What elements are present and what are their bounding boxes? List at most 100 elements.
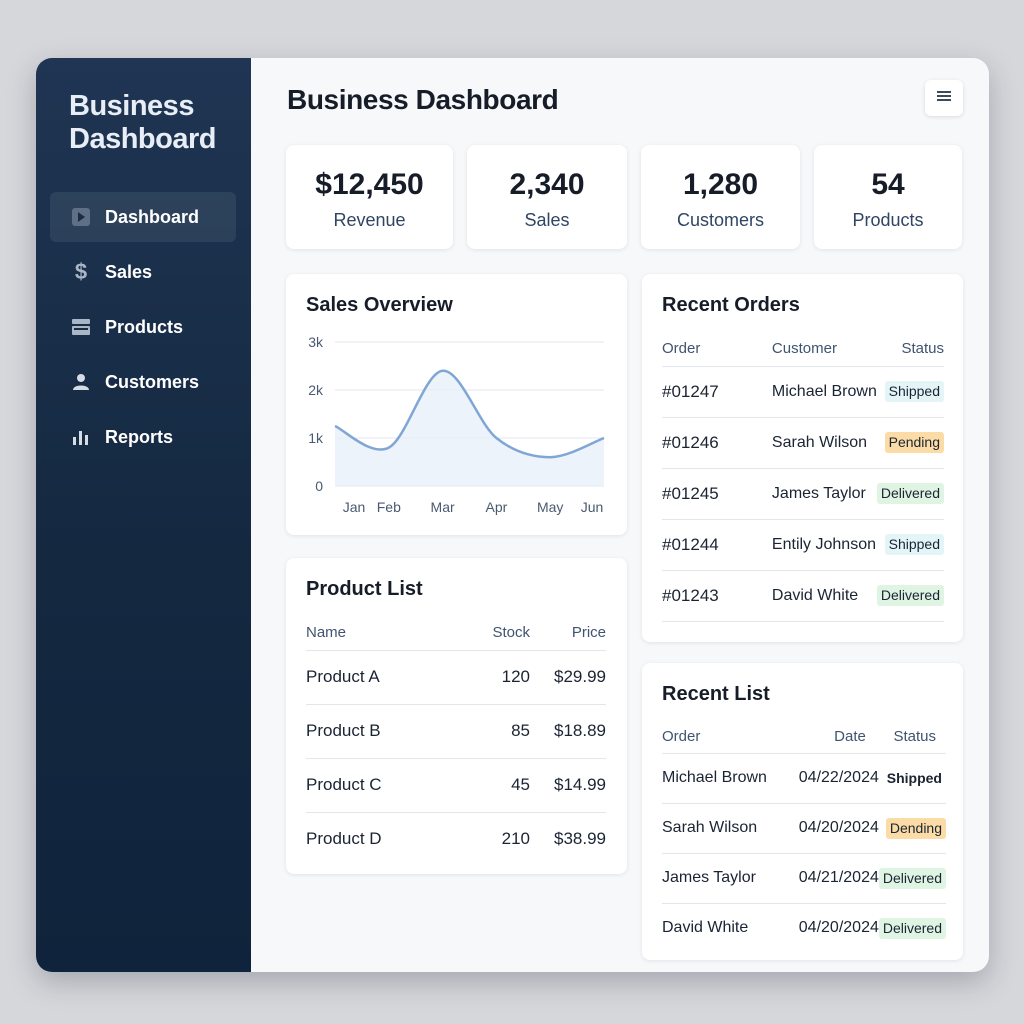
stat-label: Revenue <box>333 210 406 230</box>
table-row[interactable]: Product D 210 $38.99 <box>306 812 606 866</box>
menu-button[interactable] <box>925 80 963 116</box>
x-tick-label: Mar <box>431 499 455 515</box>
recent-orders-card: Recent Orders Order Customer Status #012… <box>642 274 963 642</box>
sidebar-item-customers[interactable]: Customers <box>50 357 236 407</box>
x-tick-label: May <box>537 499 563 515</box>
product-name: Product A <box>306 650 460 705</box>
column-header: Status <box>878 721 946 754</box>
y-tick-label: 2k <box>308 382 324 398</box>
order-customer: James Taylor <box>771 468 877 520</box>
sidebar-item-label: Dashboard <box>105 206 200 227</box>
table-row[interactable]: James Taylor 04/21/2024 Delivered <box>662 853 946 904</box>
stat-value: 2,340 <box>509 168 585 201</box>
app-window: Business Dashboard Dashboard $ Sales Pro… <box>36 58 989 972</box>
sidebar-nav: Dashboard $ Sales Products Customers Rep… <box>50 192 236 467</box>
sidebar-item-label: Products <box>105 316 184 337</box>
brand-line-1: Business <box>69 90 194 122</box>
order-id: #01246 <box>662 417 772 469</box>
table-row[interactable]: #01244 Entily Johnson Shipped <box>662 519 944 571</box>
recent-date: 04/22/2024 <box>783 753 879 804</box>
status-badge: Shipped <box>884 381 944 402</box>
product-price: $14.99 <box>530 758 606 813</box>
status-badge: Pending <box>884 432 944 453</box>
user-icon <box>71 372 91 392</box>
stat-card-products: 54 Products <box>814 145 962 249</box>
dollar-icon: $ <box>74 259 88 284</box>
table-row[interactable]: David White 04/20/2024 Delivered <box>662 903 946 953</box>
status-badge: Dending <box>885 817 946 839</box>
order-id: #01243 <box>662 570 772 622</box>
x-tick-label: Feb <box>377 499 401 515</box>
table-row[interactable]: Product A 120 $29.99 <box>306 650 606 705</box>
sidebar-item-label: Sales <box>105 261 153 282</box>
product-price: $38.99 <box>554 829 606 849</box>
product-name: Product D <box>306 829 382 849</box>
play-square-icon <box>71 207 91 227</box>
main-content: Business Dashboard $12,450 Revenue 2,340… <box>251 58 989 972</box>
page-title: Business Dashboard <box>287 84 559 115</box>
stat-label: Products <box>852 210 924 230</box>
order-customer: Sarah Wilson <box>771 417 877 469</box>
table-row[interactable]: Product B 85 $18.89 <box>306 704 606 759</box>
product-stock: 85 <box>460 704 530 759</box>
x-tick-label: Apr <box>486 499 508 515</box>
stat-card-customers: 1,280 Customers <box>641 145 800 249</box>
table-row[interactable]: #01245 James Taylor Delivered <box>662 468 944 520</box>
product-name: Product B <box>306 704 460 759</box>
status-badge: Shipped <box>884 534 944 555</box>
table-header-row: Name Stock Price <box>306 616 606 651</box>
brand-line-2: Dashboard <box>69 123 216 155</box>
sidebar: Business Dashboard Dashboard $ Sales Pro… <box>36 58 251 972</box>
recent-date: 04/20/2024 <box>798 919 879 937</box>
stat-label: Customers <box>676 210 765 230</box>
sidebar-item-dashboard[interactable]: Dashboard <box>50 192 236 242</box>
status-badge: Shipped <box>886 769 942 786</box>
table-header-row: Order Customer Status <box>662 332 944 367</box>
stat-value: $12,450 <box>315 168 424 201</box>
table-header-row: Order Date Status <box>662 721 946 754</box>
stat-value: 54 <box>871 168 905 201</box>
order-customer: Entily Johnson <box>771 519 877 571</box>
status-badge: Delivered <box>878 917 946 939</box>
stat-label: Sales <box>524 210 570 230</box>
column-header: Status <box>876 332 944 367</box>
product-name: Product C <box>306 758 460 813</box>
product-stock: 120 <box>460 650 530 705</box>
recent-table: Order Date Status Michael Brown 04/22/20… <box>662 721 946 953</box>
y-tick-label: 0 <box>315 478 323 494</box>
recent-list-card: Recent List Order Date Status Michael Br… <box>642 663 963 960</box>
card-title: Recent Orders <box>662 294 800 316</box>
status-badge: Delivered <box>876 483 944 504</box>
recent-date: 04/20/2024 <box>783 803 879 854</box>
table-row[interactable]: #01246 Sarah Wilson Pending <box>662 417 944 469</box>
status-badge: Delivered <box>876 585 944 606</box>
column-header: Order <box>662 721 784 754</box>
recent-date: 04/21/2024 <box>783 853 879 904</box>
column-header: Date <box>783 721 879 754</box>
table-row[interactable]: #01243 David White Delivered <box>662 570 944 622</box>
table-row[interactable]: Sarah Wilson 04/20/2024 Dending <box>662 803 946 854</box>
status-badge: Delivered <box>878 867 946 889</box>
table-row[interactable]: #01247 Michael Brown Shipped <box>662 366 944 418</box>
order-id: #01244 <box>662 519 772 571</box>
table-row[interactable]: Michael Brown 04/22/2024 Shipped <box>662 753 946 804</box>
sales-overview-card: Sales Overview 0 1k 2k 3k Jan Feb Mar Apr May Jun <box>286 274 627 535</box>
column-header: Order <box>662 332 772 367</box>
table-row[interactable]: Product C 45 $14.99 <box>306 758 606 813</box>
sidebar-item-sales[interactable]: $ Sales <box>50 247 236 297</box>
product-stock: 210 <box>501 829 530 849</box>
stat-card-revenue: $12,450 Revenue <box>286 145 453 249</box>
order-customer: David White <box>771 570 877 622</box>
product-table: Name Stock Price Product A 120 $29.99 Pr… <box>306 616 606 866</box>
product-list-card: Product List Name Stock Price Product A … <box>286 558 627 874</box>
stat-value: 1,280 <box>682 168 759 201</box>
sidebar-item-products[interactable]: Products <box>50 302 236 352</box>
recent-customer: Sarah Wilson <box>662 803 784 854</box>
order-id: #01247 <box>662 366 772 418</box>
y-tick-label: 1k <box>308 430 324 446</box>
orders-table: Order Customer Status #01247 Michael Bro… <box>662 332 944 622</box>
order-id: #01245 <box>662 468 772 520</box>
sidebar-item-reports[interactable]: Reports <box>50 412 236 462</box>
column-header: Stock <box>460 616 530 651</box>
column-header: Name <box>306 616 460 651</box>
